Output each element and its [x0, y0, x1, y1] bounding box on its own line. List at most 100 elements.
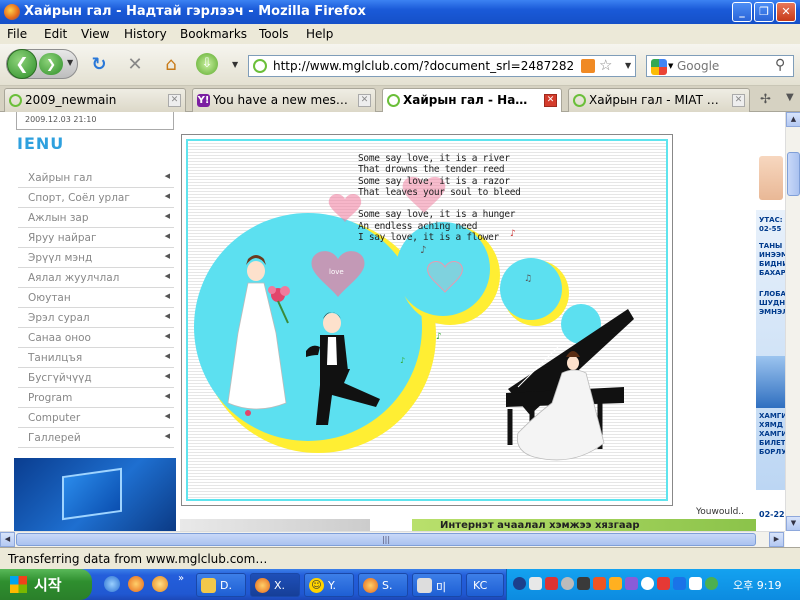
- menu-history[interactable]: History: [124, 27, 167, 41]
- tray-download-icon[interactable]: [577, 577, 590, 590]
- arrow-left-icon: ◀: [164, 332, 170, 340]
- search-engine-dropdown-icon[interactable]: ▼: [668, 62, 673, 70]
- tray-disc-icon[interactable]: [561, 577, 574, 590]
- forward-button[interactable]: ❯: [39, 53, 63, 75]
- quicklaunch-firefox2-icon[interactable]: [152, 576, 168, 592]
- google-icon[interactable]: [651, 59, 667, 75]
- horizontal-scroll-thumb[interactable]: |||: [16, 533, 756, 546]
- url-dropdown-icon[interactable]: ▼: [625, 61, 631, 70]
- menu-bookmarks[interactable]: Bookmarks: [180, 27, 247, 41]
- close-button[interactable]: ✕: [776, 2, 796, 22]
- download-dropdown-icon[interactable]: ▼: [232, 60, 238, 69]
- sidebar-item[interactable]: Оюутан ◀: [18, 288, 174, 308]
- scroll-right-icon[interactable]: ▶: [769, 532, 784, 547]
- tab-close-icon[interactable]: ✕: [732, 94, 745, 107]
- tray-k-icon[interactable]: [641, 577, 654, 590]
- horizontal-scrollbar[interactable]: ◀ ||| ▶: [0, 531, 785, 547]
- vertical-scroll-thumb[interactable]: [787, 152, 800, 196]
- taskbar-button-app[interactable]: 미: [412, 573, 462, 597]
- url-input[interactable]: [273, 57, 573, 75]
- menu-view[interactable]: View: [81, 27, 109, 41]
- tab-favicon-icon: [573, 94, 586, 107]
- scroll-up-icon[interactable]: ▲: [786, 112, 800, 127]
- tray-app-icon[interactable]: [593, 577, 606, 590]
- sidebar-item-label: Computer: [28, 412, 81, 424]
- tray-shield-icon[interactable]: [657, 577, 670, 590]
- quicklaunch-ie-icon[interactable]: [104, 576, 120, 592]
- scroll-down-icon[interactable]: ▼: [786, 516, 800, 531]
- tray-display-icon[interactable]: [673, 577, 686, 590]
- tray-tools-icon[interactable]: [529, 577, 542, 590]
- minimize-button[interactable]: _: [732, 2, 752, 22]
- sidebar-item[interactable]: Computer ◀: [18, 408, 174, 428]
- tab-list-icon[interactable]: ✢: [760, 92, 771, 107]
- tray-speaker-icon[interactable]: [609, 577, 622, 590]
- vertical-scrollbar[interactable]: ▲ ▼: [785, 112, 800, 531]
- sidebar-item-label: Спорт, Соёл урлаг: [28, 192, 130, 204]
- taskbar-button-firefox[interactable]: X.: [250, 573, 300, 597]
- sidebar-item[interactable]: Ажлын зар ◀: [18, 208, 174, 228]
- window-title-bar[interactable]: Хайрын гал - Надтай гэрлээч - Mozilla Fi…: [0, 0, 800, 24]
- tab-yahoo-mail[interactable]: Y! You have a new mes… ✕: [192, 88, 376, 112]
- rss-feed-icon[interactable]: [581, 59, 595, 73]
- tab-2009-newmain[interactable]: 2009_newmain ✕: [4, 88, 186, 112]
- sidebar-item[interactable]: Спорт, Соёл урлаг ◀: [18, 188, 174, 208]
- search-icon[interactable]: ⚲: [775, 57, 785, 73]
- menu-tools[interactable]: Tools: [259, 27, 289, 41]
- taskbar-label: X.: [274, 579, 286, 592]
- bottom-banner-left[interactable]: [180, 519, 370, 531]
- sidebar-item[interactable]: Хайрын гал ◀: [18, 168, 174, 188]
- tab-khairyn-gal-miat[interactable]: Хайрын гал - MIAT … ✕: [568, 88, 750, 112]
- tray-messenger-icon[interactable]: [625, 577, 638, 590]
- airplane-ad-image: [756, 356, 785, 408]
- clock[interactable]: 오후 9:19: [733, 577, 781, 593]
- history-dropdown-icon[interactable]: ▼: [67, 58, 73, 67]
- quicklaunch-firefox-icon[interactable]: [128, 576, 144, 592]
- bookmark-star-icon[interactable]: ☆: [599, 56, 612, 74]
- reload-icon[interactable]: ↻: [88, 54, 110, 76]
- sidebar-item[interactable]: Аялал жуулчлал ◀: [18, 268, 174, 288]
- scroll-left-icon[interactable]: ◀: [0, 532, 15, 547]
- status-bar: Transferring data from www.mglclub.com…: [0, 547, 800, 569]
- taskbar-button-messenger[interactable]: ☺ Y.: [304, 573, 354, 597]
- right-ad-column[interactable]: УТАС:02-55 ТАНЫИНЭЭМБИДНИБАХАРХ ГЛОБАШУД…: [756, 112, 785, 531]
- taskbar-button-folder[interactable]: D.: [196, 573, 246, 597]
- url-bar[interactable]: ☆ ▼: [248, 55, 636, 77]
- tray-security-icon[interactable]: [545, 577, 558, 590]
- sidebar-item[interactable]: Яруу найраг ◀: [18, 228, 174, 248]
- back-button[interactable]: ❮: [7, 49, 37, 79]
- sidebar-item[interactable]: Эрүүл мэнд ◀: [18, 248, 174, 268]
- menu-help[interactable]: Help: [306, 27, 333, 41]
- tray-network-icon[interactable]: [513, 577, 526, 590]
- taskbar-button-kc[interactable]: KC: [466, 573, 504, 597]
- maximize-button[interactable]: ❐: [754, 2, 774, 22]
- search-bar[interactable]: ▼ ⚲: [646, 55, 794, 77]
- tray-play-icon[interactable]: [689, 577, 702, 590]
- taskbar-button-firefox2[interactable]: S.: [358, 573, 408, 597]
- search-input[interactable]: [677, 57, 771, 75]
- menu-edit[interactable]: Edit: [44, 27, 67, 41]
- tab-overflow-icon[interactable]: ▼: [786, 92, 794, 103]
- tab-close-icon[interactable]: ✕: [358, 94, 371, 107]
- sidebar-item[interactable]: Бусгүйчүүд ◀: [18, 368, 174, 388]
- sidebar-item[interactable]: Танилцъя ◀: [18, 348, 174, 368]
- promo-banner[interactable]: [14, 458, 176, 531]
- tab-close-icon[interactable]: ✕: [168, 94, 181, 107]
- home-icon[interactable]: ⌂: [160, 54, 182, 76]
- tab-close-icon[interactable]: ✕: [544, 94, 557, 107]
- stop-icon[interactable]: ✕: [124, 54, 146, 76]
- sidebar-item[interactable]: Эрэл сурал ◀: [18, 308, 174, 328]
- quicklaunch-more-icon[interactable]: »: [178, 573, 184, 584]
- flash-animation[interactable]: love ♪ ♪ ♫ ♪ ♪ Some say love, it is a ri…: [181, 134, 673, 506]
- download-icon[interactable]: ⇩: [196, 53, 218, 75]
- sidebar-item[interactable]: Program ◀: [18, 388, 174, 408]
- sidebar-item[interactable]: Санаа оноо ◀: [18, 328, 174, 348]
- arrow-left-icon: ◀: [164, 412, 170, 420]
- tray-sync-icon[interactable]: [705, 577, 718, 590]
- arrow-left-icon: ◀: [164, 292, 170, 300]
- menu-file[interactable]: File: [7, 27, 27, 41]
- start-button[interactable]: 시작: [0, 569, 92, 600]
- tab-khairyn-gal-active[interactable]: Хайрын гал - На… ✕: [382, 88, 562, 113]
- arrow-left-icon: ◀: [164, 232, 170, 240]
- sidebar-item[interactable]: Галлерей ◀: [18, 428, 174, 448]
